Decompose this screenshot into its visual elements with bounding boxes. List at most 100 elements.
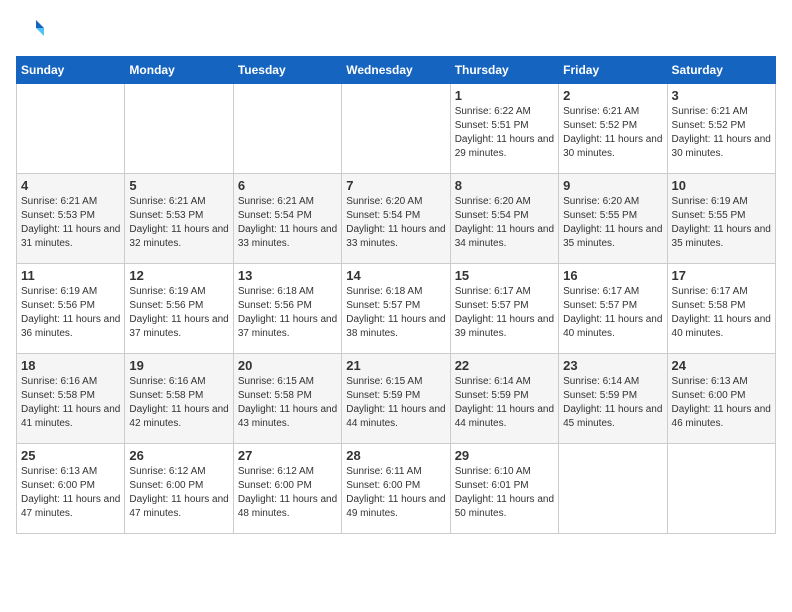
- day-info: Sunrise: 6:19 AM Sunset: 5:56 PM Dayligh…: [21, 285, 120, 341]
- day-number: 9: [563, 178, 662, 193]
- column-header-saturday: Saturday: [667, 57, 775, 84]
- day-number: 4: [21, 178, 120, 193]
- day-number: 1: [455, 88, 554, 103]
- day-info: Sunrise: 6:12 AM Sunset: 6:00 PM Dayligh…: [129, 465, 228, 521]
- day-info: Sunrise: 6:12 AM Sunset: 6:00 PM Dayligh…: [238, 465, 337, 521]
- calendar-cell: 6 Sunrise: 6:21 AM Sunset: 5:54 PM Daylig…: [233, 174, 341, 264]
- day-info: Sunrise: 6:10 AM Sunset: 6:01 PM Dayligh…: [455, 465, 554, 521]
- calendar-cell: 8 Sunrise: 6:20 AM Sunset: 5:54 PM Daylig…: [450, 174, 558, 264]
- day-info: Sunrise: 6:11 AM Sunset: 6:00 PM Dayligh…: [346, 465, 445, 521]
- day-info: Sunrise: 6:18 AM Sunset: 5:56 PM Dayligh…: [238, 285, 337, 341]
- calendar-cell: 16 Sunrise: 6:17 AM Sunset: 5:57 PM Dayli…: [559, 264, 667, 354]
- calendar-cell: 20Sunrise: 6:15 AM Sunset: 5:58 PM Dayli…: [233, 354, 341, 444]
- day-number: 25: [21, 448, 120, 463]
- calendar-cell: 27Sunrise: 6:12 AM Sunset: 6:00 PM Dayli…: [233, 444, 341, 534]
- week-row-4: 25 Sunrise: 6:13 AM Sunset: 6:00 PM Dayli…: [17, 444, 776, 534]
- calendar-cell: [667, 444, 775, 534]
- day-info: Sunrise: 6:13 AM Sunset: 6:00 PM Dayligh…: [21, 465, 120, 521]
- day-number: 14: [346, 268, 445, 283]
- calendar-cell: 14 Sunrise: 6:18 AM Sunset: 5:57 PM Dayli…: [342, 264, 450, 354]
- calendar-cell: 26 Sunrise: 6:12 AM Sunset: 6:00 PM Dayli…: [125, 444, 233, 534]
- day-number: 23: [563, 358, 662, 373]
- week-row-3: 18 Sunrise: 6:16 AM Sunset: 5:58 PM Dayli…: [17, 354, 776, 444]
- day-number: 26: [129, 448, 228, 463]
- calendar-cell: [17, 84, 125, 174]
- day-number: 12: [129, 268, 228, 283]
- day-info: Sunrise: 6:18 AM Sunset: 5:57 PM Dayligh…: [346, 285, 445, 341]
- page-header: [16, 16, 776, 44]
- calendar-cell: [559, 444, 667, 534]
- day-info: Sunrise: 6:17 AM Sunset: 5:58 PM Dayligh…: [672, 285, 771, 341]
- column-header-wednesday: Wednesday: [342, 57, 450, 84]
- calendar-cell: 18 Sunrise: 6:16 AM Sunset: 5:58 PM Dayli…: [17, 354, 125, 444]
- day-info: Sunrise: 6:20 AM Sunset: 5:54 PM Dayligh…: [455, 195, 554, 251]
- column-header-friday: Friday: [559, 57, 667, 84]
- day-info: Sunrise: 6:22 AM Sunset: 5:51 PM Dayligh…: [455, 105, 554, 161]
- day-info: Sunrise: 6:21 AM Sunset: 5:53 PM Dayligh…: [129, 195, 228, 251]
- calendar-cell: 17 Sunrise: 6:17 AM Sunset: 5:58 PM Dayli…: [667, 264, 775, 354]
- day-info: Sunrise: 6:20 AM Sunset: 5:54 PM Dayligh…: [346, 195, 445, 251]
- day-number: 24: [672, 358, 771, 373]
- calendar-cell: 13 Sunrise: 6:18 AM Sunset: 5:56 PM Dayli…: [233, 264, 341, 354]
- logo: [16, 16, 48, 44]
- calendar-cell: 24 Sunrise: 6:13 AM Sunset: 6:00 PM Dayli…: [667, 354, 775, 444]
- day-number: 20: [238, 358, 337, 373]
- calendar-cell: 19 Sunrise: 6:16 AM Sunset: 5:58 PM Dayli…: [125, 354, 233, 444]
- day-number: 7: [346, 178, 445, 193]
- day-info: Sunrise: 6:16 AM Sunset: 5:58 PM Dayligh…: [21, 375, 120, 431]
- day-number: 16: [563, 268, 662, 283]
- day-number: 15: [455, 268, 554, 283]
- week-row-1: 4 Sunrise: 6:21 AM Sunset: 5:53 PM Daylig…: [17, 174, 776, 264]
- day-number: 8: [455, 178, 554, 193]
- day-info: Sunrise: 6:20 AM Sunset: 5:55 PM Dayligh…: [563, 195, 662, 251]
- calendar-cell: 11 Sunrise: 6:19 AM Sunset: 5:56 PM Dayli…: [17, 264, 125, 354]
- day-info: Sunrise: 6:21 AM Sunset: 5:54 PM Dayligh…: [238, 195, 337, 251]
- day-number: 10: [672, 178, 771, 193]
- day-info: Sunrise: 6:15 AM Sunset: 5:59 PM Dayligh…: [346, 375, 445, 431]
- calendar-cell: 12 Sunrise: 6:19 AM Sunset: 5:56 PM Dayli…: [125, 264, 233, 354]
- calendar-cell: 3 Sunrise: 6:21 AM Sunset: 5:52 PM Daylig…: [667, 84, 775, 174]
- calendar-cell: 10 Sunrise: 6:19 AM Sunset: 5:55 PM Dayli…: [667, 174, 775, 264]
- calendar-cell: [125, 84, 233, 174]
- column-header-sunday: Sunday: [17, 57, 125, 84]
- calendar-cell: 25 Sunrise: 6:13 AM Sunset: 6:00 PM Dayli…: [17, 444, 125, 534]
- calendar-cell: 29 Sunrise: 6:10 AM Sunset: 6:01 PM Dayli…: [450, 444, 558, 534]
- day-number: 29: [455, 448, 554, 463]
- calendar-cell: [233, 84, 341, 174]
- week-row-2: 11 Sunrise: 6:19 AM Sunset: 5:56 PM Dayli…: [17, 264, 776, 354]
- week-row-0: 1 Sunrise: 6:22 AM Sunset: 5:51 PM Daylig…: [17, 84, 776, 174]
- calendar-header-row: SundayMondayTuesdayWednesdayThursdayFrid…: [17, 57, 776, 84]
- calendar-cell: 23 Sunrise: 6:14 AM Sunset: 5:59 PM Dayli…: [559, 354, 667, 444]
- day-number: 2: [563, 88, 662, 103]
- day-number: 19: [129, 358, 228, 373]
- column-header-tuesday: Tuesday: [233, 57, 341, 84]
- day-number: 3: [672, 88, 771, 103]
- day-info: Sunrise: 6:14 AM Sunset: 5:59 PM Dayligh…: [563, 375, 662, 431]
- column-header-monday: Monday: [125, 57, 233, 84]
- day-info: Sunrise: 6:16 AM Sunset: 5:58 PM Dayligh…: [129, 375, 228, 431]
- calendar-table: SundayMondayTuesdayWednesdayThursdayFrid…: [16, 56, 776, 534]
- day-info: Sunrise: 6:19 AM Sunset: 5:55 PM Dayligh…: [672, 195, 771, 251]
- day-number: 11: [21, 268, 120, 283]
- day-number: 17: [672, 268, 771, 283]
- day-number: 21: [346, 358, 445, 373]
- day-info: Sunrise: 6:17 AM Sunset: 5:57 PM Dayligh…: [455, 285, 554, 341]
- calendar-cell: 5 Sunrise: 6:21 AM Sunset: 5:53 PM Daylig…: [125, 174, 233, 264]
- day-number: 28: [346, 448, 445, 463]
- day-info: Sunrise: 6:21 AM Sunset: 5:52 PM Dayligh…: [563, 105, 662, 161]
- day-info: Sunrise: 6:21 AM Sunset: 5:52 PM Dayligh…: [672, 105, 771, 161]
- day-number: 5: [129, 178, 228, 193]
- day-number: 6: [238, 178, 337, 193]
- day-info: Sunrise: 6:17 AM Sunset: 5:57 PM Dayligh…: [563, 285, 662, 341]
- calendar-cell: 21 Sunrise: 6:15 AM Sunset: 5:59 PM Dayli…: [342, 354, 450, 444]
- day-number: 18: [21, 358, 120, 373]
- day-number: 13: [238, 268, 337, 283]
- day-info: Sunrise: 6:19 AM Sunset: 5:56 PM Dayligh…: [129, 285, 228, 341]
- calendar-cell: 15 Sunrise: 6:17 AM Sunset: 5:57 PM Dayli…: [450, 264, 558, 354]
- column-header-thursday: Thursday: [450, 57, 558, 84]
- day-info: Sunrise: 6:14 AM Sunset: 5:59 PM Dayligh…: [455, 375, 554, 431]
- calendar-cell: 4Sunrise: 6:21 AM Sunset: 5:53 PM Daylig…: [17, 174, 125, 264]
- calendar-cell: 22 Sunrise: 6:14 AM Sunset: 5:59 PM Dayli…: [450, 354, 558, 444]
- day-number: 22: [455, 358, 554, 373]
- day-info: Sunrise: 6:13 AM Sunset: 6:00 PM Dayligh…: [672, 375, 771, 431]
